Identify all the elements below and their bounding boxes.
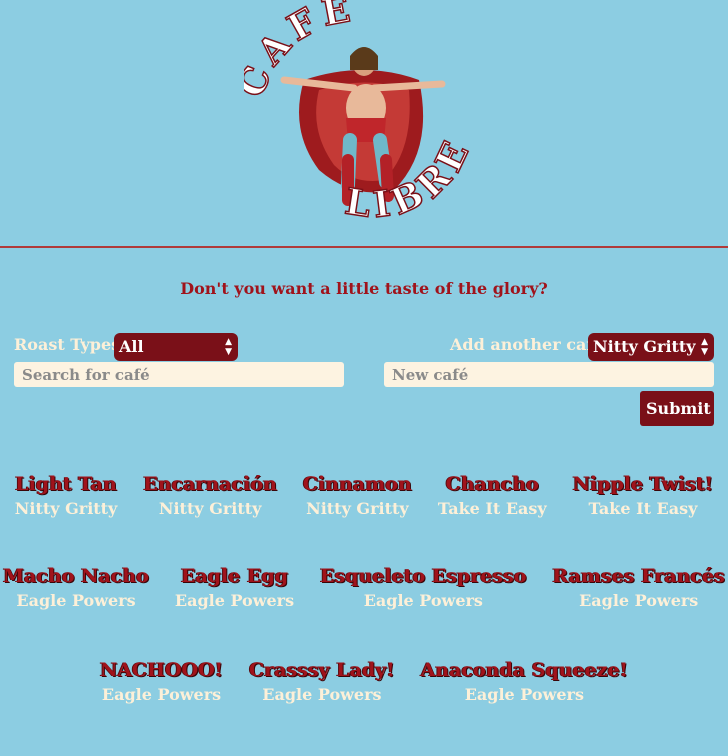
- cafe-name: Crasssy Lady!: [249, 659, 395, 681]
- tagline: Don't you want a little taste of the glo…: [180, 279, 548, 298]
- cafe-roast: Eagle Powers: [101, 685, 222, 704]
- cafe-roast: Eagle Powers: [262, 685, 382, 704]
- search-input[interactable]: [14, 362, 344, 387]
- cafe-item[interactable]: NACHOOO! Eagle Powers: [100, 659, 223, 704]
- cafe-roast: Eagle Powers: [363, 591, 483, 610]
- select-arrows-icon: ▲ ▼: [225, 337, 232, 357]
- cafe-item[interactable]: Light Tan Nitty Gritty: [15, 473, 118, 518]
- select-arrows-icon: ▲ ▼: [701, 337, 708, 357]
- cafe-item[interactable]: Ramses Francés Eagle Powers: [553, 565, 725, 610]
- add-roast-selected: Nitty Gritty: [593, 337, 696, 356]
- cafe-item[interactable]: Cinnamon Nitty Gritty: [303, 473, 412, 518]
- cafe-name: Chancho: [445, 473, 539, 495]
- cafe-row: Light Tan Nitty Gritty Encarnación Nitty…: [0, 473, 728, 518]
- cafe-item[interactable]: Macho Nacho Eagle Powers: [3, 565, 149, 610]
- cafe-roast: Take It Easy: [588, 499, 698, 518]
- cafe-roast: Nitty Gritty: [158, 499, 262, 518]
- cafe-name: Anaconda Squeeze!: [420, 659, 629, 681]
- cafe-roast: Nitty Gritty: [306, 499, 409, 518]
- cafe-row: Macho Nacho Eagle Powers Eagle Egg Eagle…: [0, 565, 728, 610]
- cafe-roast: Take It Easy: [437, 499, 547, 518]
- roast-type-selected: All: [119, 337, 144, 356]
- cafe-item[interactable]: Encarnación Nitty Gritty: [143, 473, 277, 518]
- cafe-roast: Nitty Gritty: [14, 499, 118, 518]
- cafe-name: Encarnación: [143, 473, 277, 495]
- submit-button[interactable]: Submit: [640, 391, 714, 426]
- cafe-item[interactable]: Crasssy Lady! Eagle Powers: [249, 659, 395, 704]
- header-divider: [0, 246, 728, 248]
- cafe-roast: Eagle Powers: [579, 591, 699, 610]
- cafe-row: NACHOOO! Eagle Powers Crasssy Lady! Eagl…: [0, 659, 728, 704]
- cafe-item[interactable]: Anaconda Squeeze! Eagle Powers: [421, 659, 628, 704]
- cafe-name: Esqueleto Espresso: [320, 565, 527, 587]
- cafe-item[interactable]: Eagle Egg Eagle Powers: [175, 565, 294, 610]
- add-cafe-label: Add another café: [450, 335, 604, 354]
- roast-type-select[interactable]: All ▲ ▼: [114, 333, 238, 361]
- cafe-name: Nipple Twist!: [572, 473, 714, 495]
- cafe-roast: Eagle Powers: [16, 591, 136, 610]
- new-cafe-input[interactable]: [384, 362, 714, 387]
- cafe-roast: Eagle Powers: [174, 591, 295, 610]
- cafe-name: NACHOOO!: [99, 659, 224, 681]
- cafe-item[interactable]: Chancho Take It Easy: [438, 473, 547, 518]
- cafe-name: Light Tan: [15, 473, 117, 495]
- add-roast-select[interactable]: Nitty Gritty ▲ ▼: [588, 333, 714, 361]
- cafe-libre-logo: CAFÉ LIBRE: [229, 0, 484, 232]
- roast-types-label: Roast Types: [14, 335, 121, 354]
- cafe-item[interactable]: Esqueleto Espresso Eagle Powers: [320, 565, 526, 610]
- cafe-name: Macho Nacho: [3, 565, 149, 587]
- cafe-name: Eagle Egg: [180, 565, 289, 587]
- cafe-name: Cinnamon: [302, 473, 412, 495]
- cafe-roast: Eagle Powers: [464, 685, 584, 704]
- cafe-name: Ramses Francés: [552, 565, 725, 587]
- cafe-item[interactable]: Nipple Twist! Take It Easy: [573, 473, 714, 518]
